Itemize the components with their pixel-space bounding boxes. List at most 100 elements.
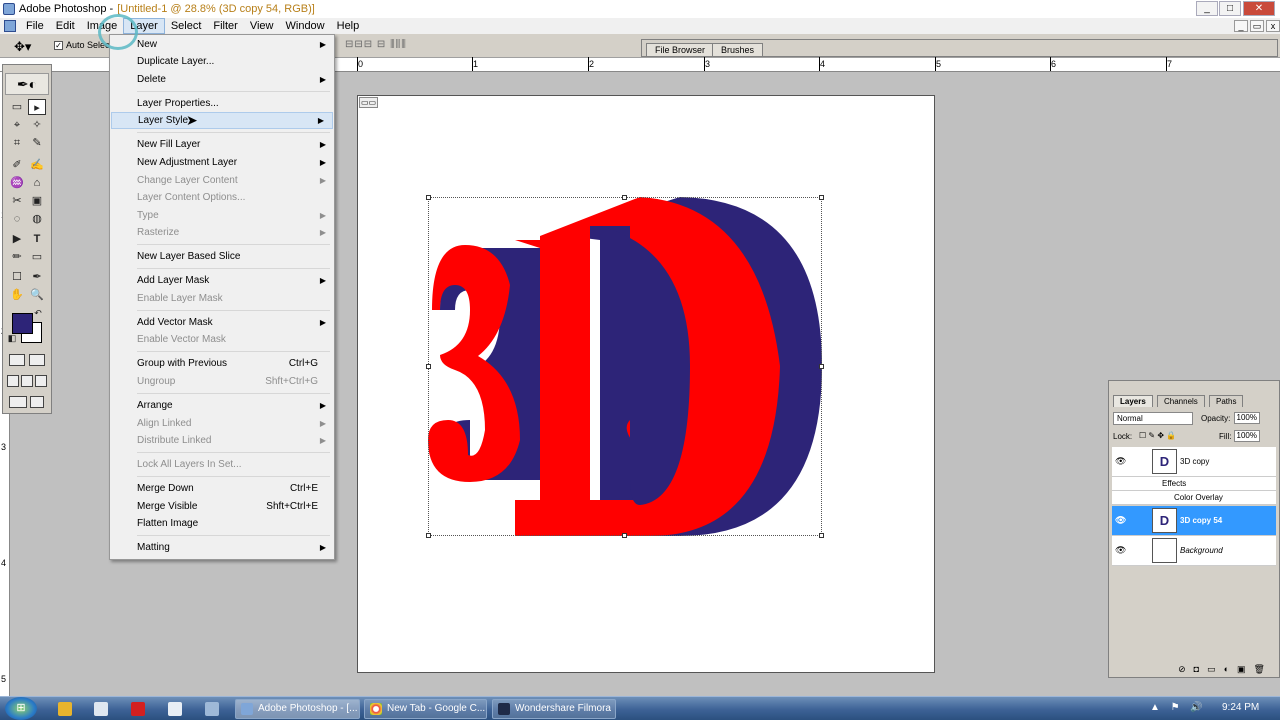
layer-name: 3D copy (1180, 457, 1210, 466)
fill-label: Fill: (1219, 432, 1232, 441)
menu-item-label: Align Linked (137, 418, 192, 429)
transform-handle[interactable] (819, 364, 824, 369)
menu-item-add-layer-mask[interactable]: Add Layer Mask ▶ (110, 272, 334, 289)
filmora-icon (498, 703, 510, 715)
layer-name: Background (1180, 546, 1223, 555)
submenu-arrow-icon: ▶ (317, 116, 324, 125)
menu-item-flatten-image[interactable]: Flatten Image (110, 515, 334, 532)
transform-handle[interactable] (819, 533, 824, 538)
menu-item-arrange[interactable]: Arrange ▶ (110, 397, 334, 414)
app-launch-icon[interactable] (205, 702, 219, 716)
taskbar-button-label: Adobe Photoshop - [... (258, 703, 358, 714)
menu-separator (137, 351, 330, 352)
show-desktop-launch-icon[interactable] (94, 702, 108, 716)
menu-item-shortcut: Ctrl+E (289, 483, 318, 494)
menu-item-label: New Fill Layer (137, 139, 201, 150)
transform-bounding-box[interactable] (428, 197, 822, 536)
menu-item-label: Duplicate Layer... (137, 56, 215, 67)
menu-item-layer-content-options: Layer Content Options... (110, 189, 334, 206)
menu-item-add-vector-mask[interactable]: Add Vector Mask ▶ (110, 314, 334, 331)
start-button[interactable]: ⊞ (5, 697, 37, 720)
menu-separator (137, 452, 330, 453)
submenu-arrow-icon: ▶ (319, 228, 326, 237)
lock-icons[interactable]: ☐ ✎ ✥ 🔒 (1139, 431, 1176, 440)
click-highlight-ring (98, 14, 138, 50)
effects-row[interactable]: Effects (1112, 477, 1276, 491)
visibility-eye-icon[interactable]: 👁 (1115, 456, 1126, 467)
menu-item-merge-down[interactable]: Merge Down Ctrl+E (110, 480, 334, 497)
visibility-eye-icon[interactable]: 👁 (1115, 545, 1126, 556)
menu-item-label: Matting (137, 542, 170, 553)
transform-handle[interactable] (426, 195, 431, 200)
blend-mode-select[interactable]: Normal (1113, 412, 1193, 425)
transform-handle[interactable] (819, 195, 824, 200)
menu-item-distribute-linked: Distribute Linked ▶ (110, 432, 334, 449)
menu-separator (137, 393, 330, 394)
menu-item-new-fill-layer[interactable]: New Fill Layer ▶ (110, 136, 334, 153)
menu-item-label: New (137, 39, 158, 50)
menu-item-label: Enable Layer Mask (137, 293, 223, 304)
tab-layers[interactable]: Layers (1113, 395, 1153, 407)
submenu-arrow-icon: ▶ (319, 318, 326, 327)
menu-item-new-layer-based-slice[interactable]: New Layer Based Slice (110, 248, 334, 265)
submenu-arrow-icon: ▶ (319, 543, 326, 552)
visibility-eye-icon[interactable]: 👁 (1115, 515, 1126, 526)
menu-item-label: Ungroup (137, 376, 176, 387)
taskbar-photoshop-button[interactable]: Adobe Photoshop - [... (235, 699, 360, 719)
lock-label: Lock: (1113, 432, 1133, 441)
menu-item-label: Type (137, 210, 159, 221)
menu-item-enable-layer-mask: Enable Layer Mask (110, 290, 334, 307)
transform-handle[interactable] (622, 533, 627, 538)
clock[interactable]: 9:24 PM (1222, 702, 1259, 713)
transform-handle[interactable] (426, 533, 431, 538)
photoshop-icon (241, 703, 253, 715)
layer-row-3d-copy[interactable]: 👁 D 3D copy (1112, 447, 1276, 477)
transform-handle[interactable] (622, 195, 627, 200)
menu-item-label: Add Vector Mask (137, 317, 213, 328)
menu-item-label: Enable Vector Mask (137, 334, 226, 345)
menu-item-label: Distribute Linked (137, 435, 212, 446)
layer-thumbnail: D (1152, 508, 1177, 533)
fill-field[interactable]: 100% (1234, 430, 1260, 442)
menu-item-shortcut: Shft+Ctrl+G (265, 376, 318, 387)
opacity-field[interactable]: 100% (1234, 412, 1260, 424)
submenu-arrow-icon: ▶ (319, 158, 326, 167)
menu-separator (137, 132, 330, 133)
menu-item-duplicate-layer[interactable]: Duplicate Layer... (110, 53, 334, 70)
app-launch-icon[interactable] (168, 702, 182, 716)
taskbar-chrome-button[interactable]: New Tab - Google C... (364, 699, 487, 719)
menu-item-new[interactable]: New ▶ (110, 36, 334, 53)
explorer-launch-icon[interactable] (58, 702, 72, 716)
menu-item-rasterize: Rasterize ▶ (110, 224, 334, 241)
menu-item-shortcut: Shft+Ctrl+E (266, 501, 318, 512)
layer-row-background[interactable]: 👁 Background (1112, 536, 1276, 566)
menu-item-layer-style[interactable]: Layer Style ▶ (111, 112, 333, 129)
menu-item-label: Merge Down (137, 483, 194, 494)
system-tray-icons[interactable]: ▲ ⚑ 🔊 (1150, 702, 1207, 713)
panel-header[interactable] (1109, 381, 1279, 393)
menu-item-label: Flatten Image (137, 518, 199, 529)
acrobat-launch-icon[interactable] (131, 702, 145, 716)
layers-panel-footer-icons[interactable]: ⊘◘▭◐▣🗑 (1109, 664, 1279, 678)
taskbar-filmora-button[interactable]: Wondershare Filmora (492, 699, 616, 719)
menu-item-ungroup: Ungroup Shft+Ctrl+G (110, 373, 334, 390)
menu-item-delete[interactable]: Delete ▶ (110, 71, 334, 88)
tab-paths[interactable]: Paths (1209, 395, 1244, 407)
taskbar-button-label: Wondershare Filmora (515, 703, 611, 714)
mouse-cursor-icon: ➤ (186, 112, 198, 128)
menu-item-matting[interactable]: Matting ▶ (110, 539, 334, 556)
menu-item-layer-properties[interactable]: Layer Properties... (110, 95, 334, 112)
layer-row-3d-copy-54[interactable]: 👁 D 3D copy 54 (1112, 506, 1276, 536)
submenu-arrow-icon: ▶ (319, 276, 326, 285)
menu-item-label: Merge Visible (137, 501, 198, 512)
transform-handle[interactable] (426, 364, 431, 369)
submenu-arrow-icon: ▶ (319, 40, 326, 49)
submenu-arrow-icon: ▶ (319, 176, 326, 185)
menu-item-group-with-previous[interactable]: Group with Previous Ctrl+G (110, 355, 334, 372)
submenu-arrow-icon: ▶ (319, 75, 326, 84)
menu-item-merge-visible[interactable]: Merge Visible Shft+Ctrl+E (110, 498, 334, 515)
color-overlay-row[interactable]: Color Overlay (1112, 491, 1276, 505)
menu-item-new-adjustment-layer[interactable]: New Adjustment Layer ▶ (110, 154, 334, 171)
menu-item-label: Group with Previous (137, 358, 228, 369)
tab-channels[interactable]: Channels (1157, 395, 1205, 407)
